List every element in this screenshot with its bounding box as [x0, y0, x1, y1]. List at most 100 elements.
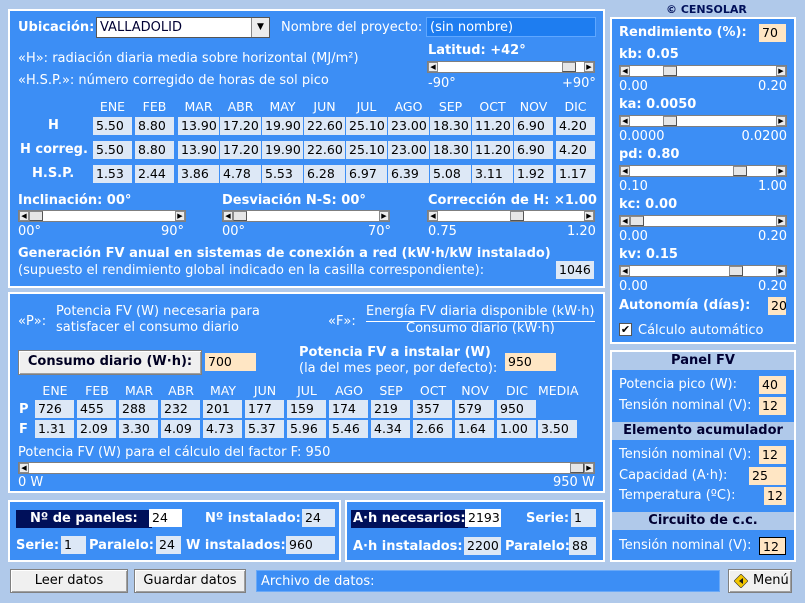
acum-tension-input[interactable]: 12 — [759, 446, 786, 464]
slider-thumb[interactable] — [732, 166, 747, 176]
coef-max-label: 0.20 — [758, 79, 787, 94]
coef-slider[interactable]: ◀ ▶ — [619, 115, 787, 127]
slider-thumb[interactable] — [562, 62, 576, 72]
arrow-left-icon[interactable]: ◀ — [620, 166, 630, 176]
month-header: JUN — [253, 383, 277, 398]
arrow-right-icon[interactable]: ▶ — [379, 211, 389, 221]
p-cell: 201 — [203, 400, 242, 418]
factor-max-label: 950 W — [553, 475, 595, 490]
slider-thumb[interactable] — [729, 266, 743, 276]
p-desc-line2: satisfacer el consumo diario — [56, 320, 239, 335]
row-label: H — [48, 118, 59, 133]
temperatura-input[interactable]: 12 — [764, 487, 786, 505]
coef-slider[interactable]: ◀ ▶ — [619, 215, 787, 227]
month-header: ENE — [42, 383, 68, 398]
arrow-left-icon[interactable]: ◀ — [620, 66, 630, 76]
arrow-left-icon[interactable]: ◀ — [620, 266, 630, 276]
cc-tension-input[interactable]: 12 — [759, 537, 786, 555]
factor-min-label: 0 W — [18, 475, 44, 490]
slider-thumb[interactable] — [510, 211, 524, 221]
arrow-left-icon[interactable]: ◀ — [223, 211, 233, 221]
arrow-left-icon[interactable]: ◀ — [428, 62, 438, 72]
f-key: «F»: — [328, 314, 356, 329]
slider-thumb[interactable] — [570, 463, 584, 473]
rendimiento-input[interactable]: 70 — [759, 24, 786, 42]
slider-thumb[interactable] — [29, 211, 43, 221]
arrow-right-icon[interactable]: ▶ — [584, 463, 594, 473]
potencia-input[interactable]: 950 — [505, 353, 556, 371]
table-cell: 8.80 — [135, 141, 174, 159]
autonomia-input[interactable]: 20 — [768, 297, 786, 315]
coef-slider[interactable]: ◀ ▶ — [619, 165, 787, 177]
arrow-left-icon[interactable]: ◀ — [428, 211, 438, 221]
table-cell: 6.28 — [304, 165, 345, 183]
slider-thumb[interactable] — [663, 116, 677, 126]
pico-label: Potencia pico (W): — [619, 377, 737, 392]
tension-panel-input[interactable]: 12 — [759, 397, 786, 415]
desviacion-slider[interactable]: ◀ ▶ — [222, 210, 390, 222]
cc-tension-label: Tensión nominal (V): — [619, 538, 752, 553]
f-cell: 4.73 — [203, 420, 242, 438]
arrow-right-icon[interactable]: ▶ — [776, 66, 786, 76]
month-header: OCT — [479, 99, 506, 114]
factor-slider[interactable]: ◀ ▶ — [18, 462, 595, 474]
proyecto-value: (sin nombre) — [430, 20, 514, 35]
arrow-right-icon[interactable]: ▶ — [776, 216, 786, 226]
table-cell: 6.90 — [514, 117, 553, 135]
arrow-left-icon[interactable]: ◀ — [19, 463, 29, 473]
month-header: JUN — [313, 99, 336, 114]
consumo-input[interactable]: 700 — [205, 353, 256, 371]
month-header: OCT — [419, 383, 447, 398]
coef-slider[interactable]: ◀ ▶ — [619, 65, 787, 77]
arrow-left-icon[interactable]: ◀ — [620, 216, 630, 226]
arrow-left-icon[interactable]: ◀ — [620, 116, 630, 126]
table-cell: 5.08 — [430, 165, 471, 183]
table-cell: 17.20 — [220, 117, 261, 135]
month-header: AGO — [394, 99, 423, 114]
proyecto-label: Nombre del proyecto: — [281, 20, 423, 35]
correccion-label: Corrección de H: ×1.00 — [428, 193, 597, 208]
month-header: MAY — [269, 99, 296, 114]
table-cell: 1.17 — [556, 165, 595, 183]
coef-slider[interactable]: ◀ ▶ — [619, 265, 787, 277]
proyecto-input[interactable]: (sin nombre) — [426, 17, 596, 37]
capacidad-label: Capacidad (A·h): — [619, 468, 728, 483]
month-header: SEP — [379, 383, 403, 398]
inclinacion-slider[interactable]: ◀ ▶ — [18, 210, 186, 222]
slider-thumb[interactable] — [663, 66, 677, 76]
slider-thumb[interactable] — [630, 216, 644, 226]
p-desc-line1: Potencia FV (W) necesaria para — [56, 304, 260, 319]
arrow-right-icon[interactable]: ▶ — [175, 211, 185, 221]
menu-button[interactable]: Menú — [728, 569, 792, 593]
arrow-left-icon[interactable]: ◀ — [19, 211, 29, 221]
rendimiento-label: Rendimiento (%): — [619, 25, 747, 40]
arrow-right-icon[interactable]: ▶ — [776, 266, 786, 276]
p-cell: 159 — [287, 400, 326, 418]
leer-datos-button[interactable]: Leer datos — [10, 569, 128, 593]
pico-input[interactable]: 40 — [759, 376, 786, 394]
table-cell: 1.92 — [514, 165, 553, 183]
archivo-field[interactable]: Archivo de datos: — [256, 570, 720, 592]
f-cell: 1.31 — [35, 420, 74, 438]
arrow-right-icon[interactable]: ▶ — [776, 116, 786, 126]
arrow-right-icon[interactable]: ▶ — [584, 62, 594, 72]
capacidad-input[interactable]: 25 — [749, 467, 786, 485]
table-cell: 23.00 — [388, 141, 429, 159]
calculo-checkbox[interactable]: ✔ — [619, 323, 632, 336]
table-cell: 6.90 — [514, 141, 553, 159]
chevron-down-icon[interactable]: ▼ — [251, 18, 269, 37]
table-cell: 4.20 — [556, 141, 595, 159]
coef-label: pd: 0.80 — [619, 147, 680, 162]
p-cell: 455 — [77, 400, 116, 418]
slider-thumb[interactable] — [233, 211, 247, 221]
latitud-slider[interactable]: ◀ ▶ — [427, 61, 595, 73]
arrow-right-icon[interactable]: ▶ — [584, 211, 594, 221]
ah-instalados-label: A·h instalados: — [353, 539, 463, 554]
consumo-diario-button[interactable]: Consumo diario (W·h): — [18, 350, 202, 375]
ubicacion-select[interactable]: VALLADOLID ▼ — [96, 17, 270, 38]
month-header: MAR — [184, 99, 213, 114]
arrow-right-icon[interactable]: ▶ — [776, 166, 786, 176]
month-header: FEB — [142, 99, 167, 114]
guardar-datos-button[interactable]: Guardar datos — [134, 569, 246, 593]
correccion-slider[interactable]: ◀ ▶ — [427, 210, 595, 222]
